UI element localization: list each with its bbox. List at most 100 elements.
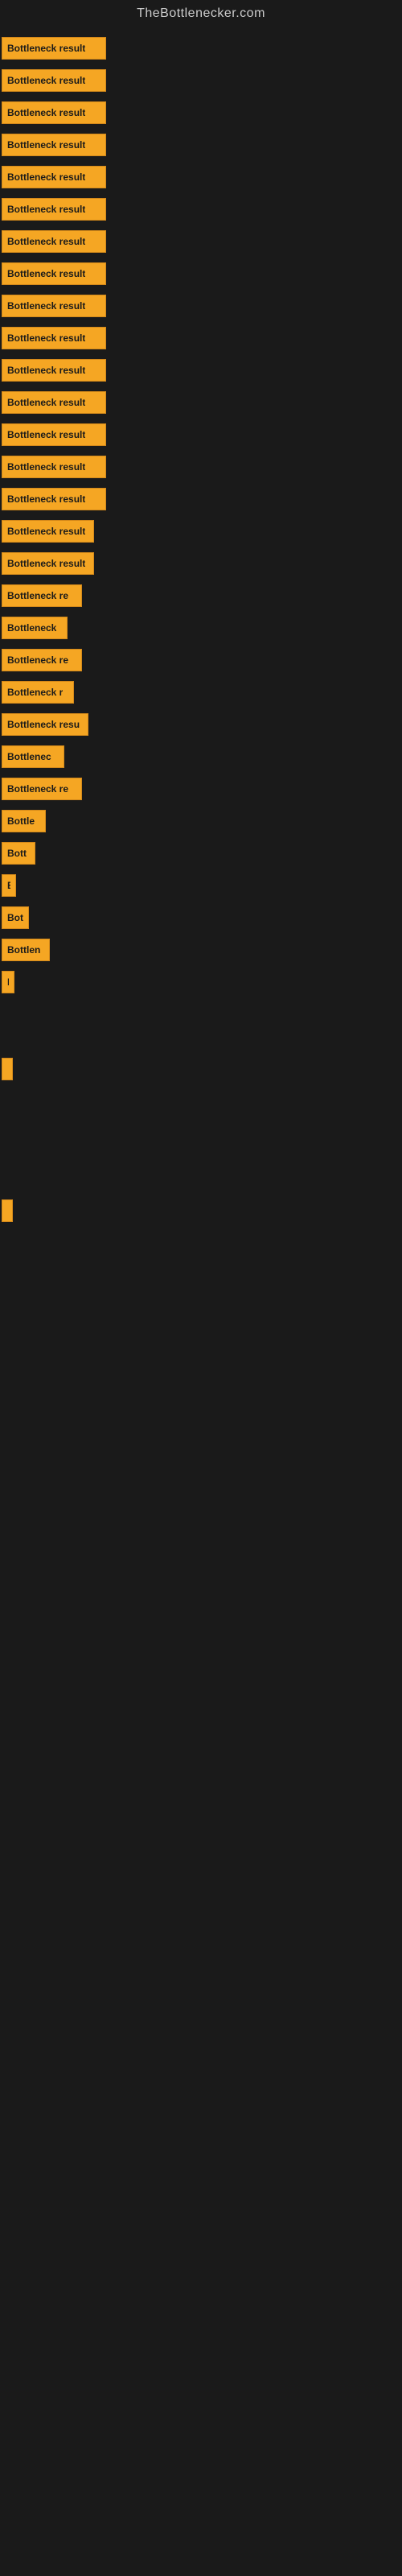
bar-row: Bottleneck result <box>0 32 402 64</box>
bars-container: Bottleneck result Bottleneck result Bottle… <box>0 24 402 1227</box>
bottleneck-bar: Bottle <box>2 810 46 832</box>
bar-row: Bottleneck result <box>0 547 402 580</box>
bar-label: B <box>7 976 9 988</box>
bottleneck-bar: Bottlenec <box>2 745 64 768</box>
bar-label: Bottleneck result <box>7 107 85 118</box>
bar-row: B <box>0 966 402 998</box>
bar-row <box>0 1026 402 1053</box>
bar-row <box>0 1085 402 1113</box>
bar-row: Bottleneck re <box>0 644 402 676</box>
bar-row <box>0 1167 402 1195</box>
bar-label: Bottlenec <box>7 751 51 762</box>
bottleneck-bar: Bottleneck re <box>2 649 82 671</box>
bottleneck-bar: Bottleneck result <box>2 295 106 317</box>
bar-row: Bottleneck r <box>0 676 402 708</box>
bar-row: Bottlenec <box>0 741 402 773</box>
bar-label: Bottleneck result <box>7 332 85 344</box>
bar-label: Bottleneck result <box>7 236 85 247</box>
bar-label: Bottleneck result <box>7 365 85 376</box>
bar-label: Bottleneck result <box>7 139 85 151</box>
bar-row: Bottleneck result <box>0 64 402 97</box>
bar-label: Bottleneck result <box>7 526 85 537</box>
bottleneck-bar: Bottleneck result <box>2 134 106 156</box>
bar-row <box>0 1113 402 1140</box>
bottleneck-bar: Bottleneck result <box>2 488 106 510</box>
bar-label: Bot <box>7 912 23 923</box>
bottleneck-bar: Bott <box>2 842 35 865</box>
bar-label: B <box>7 880 10 891</box>
bottleneck-bar: Bottleneck result <box>2 391 106 414</box>
bar-label: Bott <box>7 848 27 859</box>
bottleneck-bar: Bottleneck result <box>2 101 106 124</box>
bar-label: Bottleneck result <box>7 171 85 183</box>
bottleneck-bar: Bottleneck result <box>2 327 106 349</box>
bottleneck-bar: Bottleneck result <box>2 552 94 575</box>
bar-row: Bottlen <box>0 934 402 966</box>
bottleneck-bar: Bottleneck resu <box>2 713 88 736</box>
bar-row: B <box>0 869 402 902</box>
bar-label: Bottleneck result <box>7 461 85 473</box>
bottleneck-bar: Bottleneck <box>2 617 68 639</box>
bottleneck-bar: Bottleneck result <box>2 69 106 92</box>
bar-label: Bottleneck result <box>7 268 85 279</box>
bottleneck-bar: Bottleneck result <box>2 520 94 543</box>
bar-row: Bottleneck result <box>0 354 402 386</box>
bar-row: Bottleneck re <box>0 773 402 805</box>
bottleneck-bar: Bot <box>2 906 29 929</box>
bottleneck-bar: Bottleneck r <box>2 681 74 704</box>
bar-row: Bott <box>0 837 402 869</box>
bar-row: Bottleneck result <box>0 258 402 290</box>
bottleneck-bar: Bottleneck result <box>2 262 106 285</box>
bottleneck-bar: Bottleneck result <box>2 166 106 188</box>
bar-row: Bottleneck result <box>0 129 402 161</box>
bar-row: Bottleneck result <box>0 419 402 451</box>
bar-row: Bottleneck result <box>0 193 402 225</box>
bar-row: Bottleneck result <box>0 483 402 515</box>
bar-row: Bottleneck result <box>0 97 402 129</box>
bottleneck-bar: Bottleneck result <box>2 37 106 60</box>
bottleneck-bar: Bottleneck result <box>2 359 106 382</box>
bar-row: Bottleneck result <box>0 515 402 547</box>
bottleneck-bar: Bottleneck re <box>2 584 82 607</box>
bar-row <box>0 1140 402 1167</box>
bar-label: Bottleneck result <box>7 300 85 312</box>
bottleneck-bar: B <box>2 971 14 993</box>
bar-label: Bottleneck re <box>7 590 68 601</box>
bottleneck-bar: Bottlen <box>2 939 50 961</box>
site-title: TheBottlenecker.com <box>0 0 402 24</box>
bar-row: Bottleneck result <box>0 322 402 354</box>
bar-row <box>0 998 402 1026</box>
bar-label: Bottleneck result <box>7 75 85 86</box>
bar-label: Bottleneck result <box>7 558 85 569</box>
bottleneck-bar: Bottleneck result <box>2 198 106 221</box>
bar-row <box>0 1195 402 1227</box>
bar-label: Bottleneck resu <box>7 719 80 730</box>
bar-label: Bottleneck re <box>7 783 68 795</box>
bar-row: l <box>0 1053 402 1085</box>
bottleneck-bar: Bottleneck re <box>2 778 82 800</box>
bar-label: Bottlen <box>7 944 40 956</box>
bar-row: Bottleneck result <box>0 225 402 258</box>
bar-label: Bottleneck result <box>7 429 85 440</box>
bar-row: Bottleneck re <box>0 580 402 612</box>
bar-label: Bottleneck r <box>7 687 63 698</box>
bar-row: Bottleneck <box>0 612 402 644</box>
bar-label: Bottleneck result <box>7 43 85 54</box>
bar-row: Bottle <box>0 805 402 837</box>
bar-label: Bottleneck result <box>7 397 85 408</box>
bar-row: Bottleneck result <box>0 451 402 483</box>
bottleneck-bar: Bottleneck result <box>2 423 106 446</box>
bar-row: Bottleneck result <box>0 290 402 322</box>
bottleneck-bar <box>2 1199 13 1222</box>
bottleneck-bar: l <box>2 1058 13 1080</box>
bar-row: Bottleneck result <box>0 161 402 193</box>
bar-row: Bottleneck result <box>0 386 402 419</box>
bar-label: Bottleneck result <box>7 493 85 505</box>
bar-label: Bottle <box>7 815 35 827</box>
bar-label: Bottleneck re <box>7 654 68 666</box>
bar-row: Bot <box>0 902 402 934</box>
bottleneck-bar: Bottleneck result <box>2 230 106 253</box>
bottleneck-bar: B <box>2 874 16 897</box>
bar-row: Bottleneck resu <box>0 708 402 741</box>
bottleneck-bar: Bottleneck result <box>2 456 106 478</box>
